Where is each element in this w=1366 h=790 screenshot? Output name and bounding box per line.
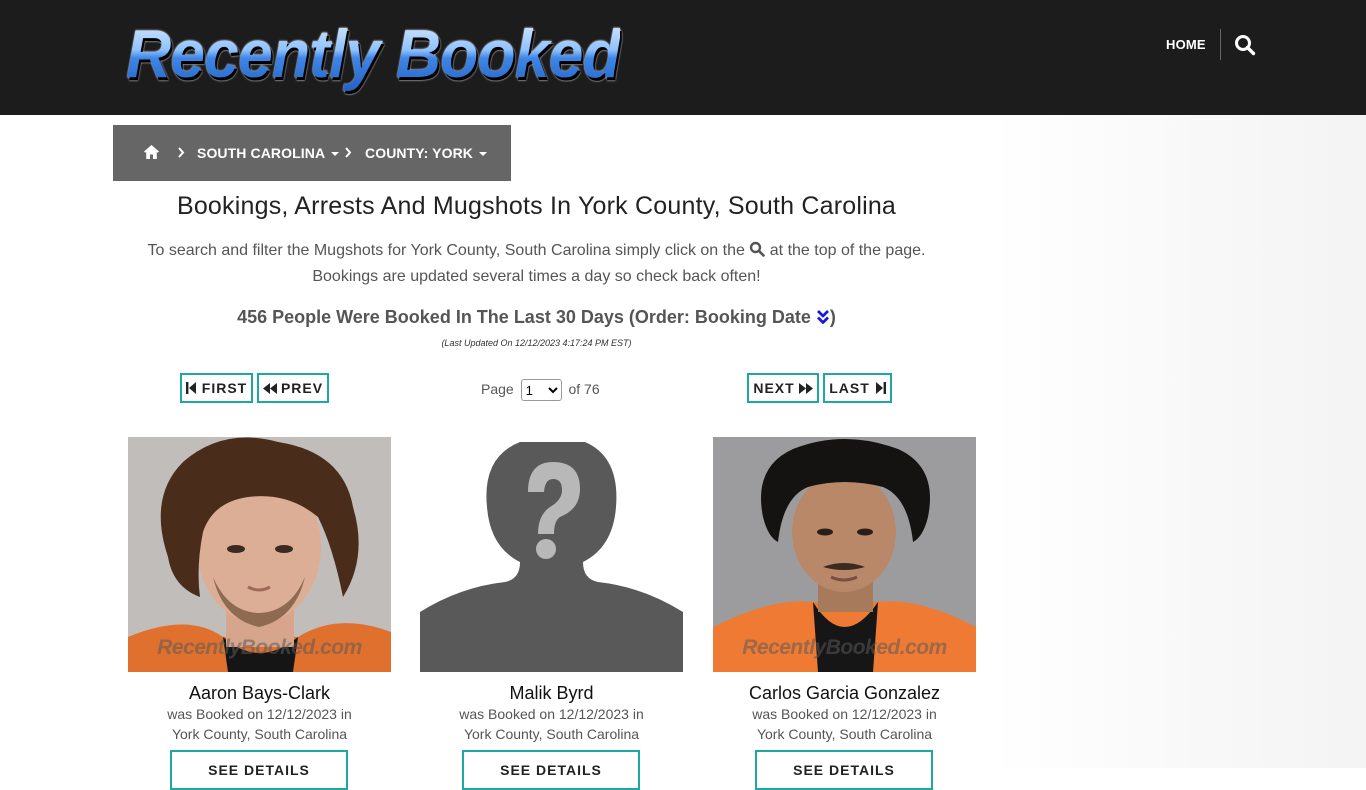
intro-text-line2: Bookings are updated several times a day… bbox=[312, 268, 761, 285]
last-page-label: LAST bbox=[829, 380, 870, 396]
double-chevron-down-icon[interactable] bbox=[816, 309, 830, 325]
search-icon bbox=[750, 241, 766, 257]
see-details-button[interactable]: SEE DETAILS bbox=[462, 750, 640, 790]
breadcrumb-county[interactable]: COUNTY: YORK bbox=[365, 144, 488, 162]
booking-info-line2: York County, South Carolina bbox=[463, 726, 640, 742]
mugshot-photo[interactable] bbox=[420, 437, 683, 672]
forward-icon bbox=[798, 382, 813, 394]
intro-text-after: at the top of the page. bbox=[769, 242, 926, 259]
page-selector: Page 1 of 76 bbox=[481, 377, 600, 402]
nav-home-link[interactable]: HOME bbox=[1166, 36, 1206, 54]
photo-watermark: RecentlyBooked.com bbox=[157, 636, 362, 659]
first-page-label: FIRST bbox=[201, 380, 248, 396]
intro-text: To search and filter the Mugshots for Yo… bbox=[113, 238, 960, 290]
page-label: Page bbox=[481, 381, 514, 397]
person-name[interactable]: Aaron Bays-Clark bbox=[128, 682, 391, 704]
last-updated: (Last Updated On 12/12/2023 4:17:24 PM E… bbox=[441, 338, 632, 348]
caret-down-icon bbox=[479, 152, 488, 157]
prev-page-button[interactable]: PREV bbox=[257, 373, 329, 403]
booking-info-line2: York County, South Carolina bbox=[171, 726, 348, 742]
breadcrumb-county-label: COUNTY: YORK bbox=[365, 145, 474, 161]
booking-count: 456 People Were Booked In The Last 30 Da… bbox=[113, 304, 960, 330]
page-select[interactable]: 1 bbox=[520, 379, 562, 402]
mugshot-photo[interactable]: RecentlyBooked.com bbox=[713, 437, 976, 672]
next-page-button[interactable]: NEXT bbox=[747, 373, 819, 403]
nav-divider bbox=[1220, 29, 1221, 60]
site-header: Recently Booked HOME bbox=[0, 0, 1366, 115]
first-page-button[interactable]: FIRST bbox=[180, 373, 253, 403]
booking-card[interactable]: Malik Byrd was Booked on 12/12/2023 in Y… bbox=[420, 437, 683, 790]
booking-card[interactable]: RecentlyBooked.com Aaron Bays-Clark was … bbox=[128, 437, 391, 790]
mugshot-photo[interactable]: RecentlyBooked.com bbox=[128, 437, 391, 672]
booking-info-line1: was Booked on 12/12/2023 in bbox=[752, 706, 937, 722]
booking-info-line1: was Booked on 12/12/2023 in bbox=[459, 706, 644, 722]
breadcrumb-state-label: SOUTH CAROLINA bbox=[197, 145, 326, 161]
booking-info-line2: York County, South Carolina bbox=[756, 726, 933, 742]
see-details-button[interactable]: SEE DETAILS bbox=[755, 750, 933, 790]
person-name[interactable]: Malik Byrd bbox=[420, 682, 683, 704]
caret-down-icon bbox=[331, 152, 340, 157]
booking-info-line1: was Booked on 12/12/2023 in bbox=[167, 706, 352, 722]
last-page-button[interactable]: LAST bbox=[823, 373, 892, 403]
skip-first-icon bbox=[185, 382, 196, 394]
chevron-right-icon bbox=[178, 147, 185, 158]
breadcrumb-state[interactable]: SOUTH CAROLINA bbox=[197, 144, 340, 162]
booking-count-close: ) bbox=[829, 307, 836, 327]
side-gutter bbox=[990, 115, 1366, 768]
skip-last-icon bbox=[875, 382, 886, 394]
person-name[interactable]: Carlos Garcia Gonzalez bbox=[713, 682, 976, 704]
booking-card[interactable]: RecentlyBooked.com Carlos Garcia Gonzale… bbox=[713, 437, 976, 790]
breadcrumb: SOUTH CAROLINA COUNTY: YORK bbox=[113, 125, 511, 181]
chevron-right-icon bbox=[345, 147, 352, 158]
next-page-label: NEXT bbox=[753, 380, 795, 396]
booking-count-text: 456 People Were Booked In The Last 30 Da… bbox=[237, 307, 811, 327]
intro-text-before: To search and filter the Mugshots for Yo… bbox=[147, 242, 745, 259]
page-total: of 76 bbox=[568, 381, 600, 397]
see-details-button[interactable]: SEE DETAILS bbox=[170, 750, 348, 790]
site-logo[interactable]: Recently Booked bbox=[126, 14, 621, 94]
page-title: Bookings, Arrests And Mugshots In York C… bbox=[176, 192, 897, 220]
prev-page-label: PREV bbox=[280, 380, 324, 396]
search-icon[interactable] bbox=[1234, 34, 1256, 56]
home-icon[interactable] bbox=[143, 144, 160, 160]
photo-watermark: RecentlyBooked.com bbox=[742, 636, 947, 659]
backward-icon bbox=[262, 382, 277, 394]
placeholder-silhouette-icon bbox=[420, 437, 683, 672]
